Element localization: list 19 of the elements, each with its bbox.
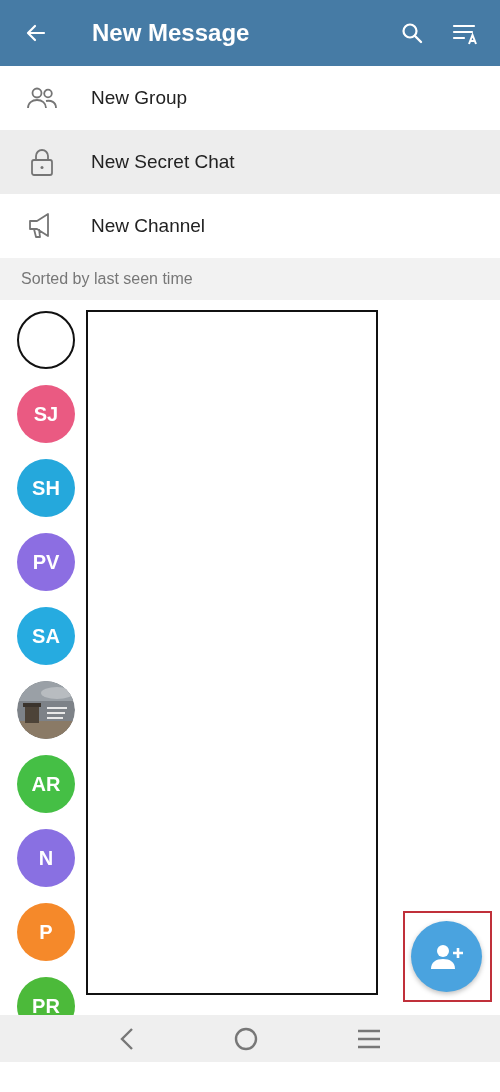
avatar[interactable]: SJ [17, 385, 75, 443]
avatar[interactable]: PR [17, 977, 75, 1015]
avatar[interactable]: PV [17, 533, 75, 591]
add-person-icon [430, 943, 463, 970]
people-icon [26, 86, 58, 110]
avatar[interactable]: P [17, 903, 75, 961]
menu-icon[interactable] [356, 1028, 381, 1049]
home-icon[interactable] [234, 1026, 258, 1051]
section-title: Sorted by last seen time [21, 270, 193, 288]
menu-item[interactable]: New Secret Chat [0, 130, 500, 194]
avatar[interactable]: SA [17, 607, 75, 665]
back-icon[interactable] [119, 1026, 136, 1051]
avatar[interactable] [17, 311, 75, 369]
avatar[interactable]: SH [17, 459, 75, 517]
screen-title: New Message [92, 19, 251, 47]
avatar[interactable]: AR [17, 755, 75, 813]
avatar[interactable]: N [17, 829, 75, 887]
search-icon[interactable] [400, 21, 424, 45]
add-contact-button[interactable] [411, 921, 482, 992]
